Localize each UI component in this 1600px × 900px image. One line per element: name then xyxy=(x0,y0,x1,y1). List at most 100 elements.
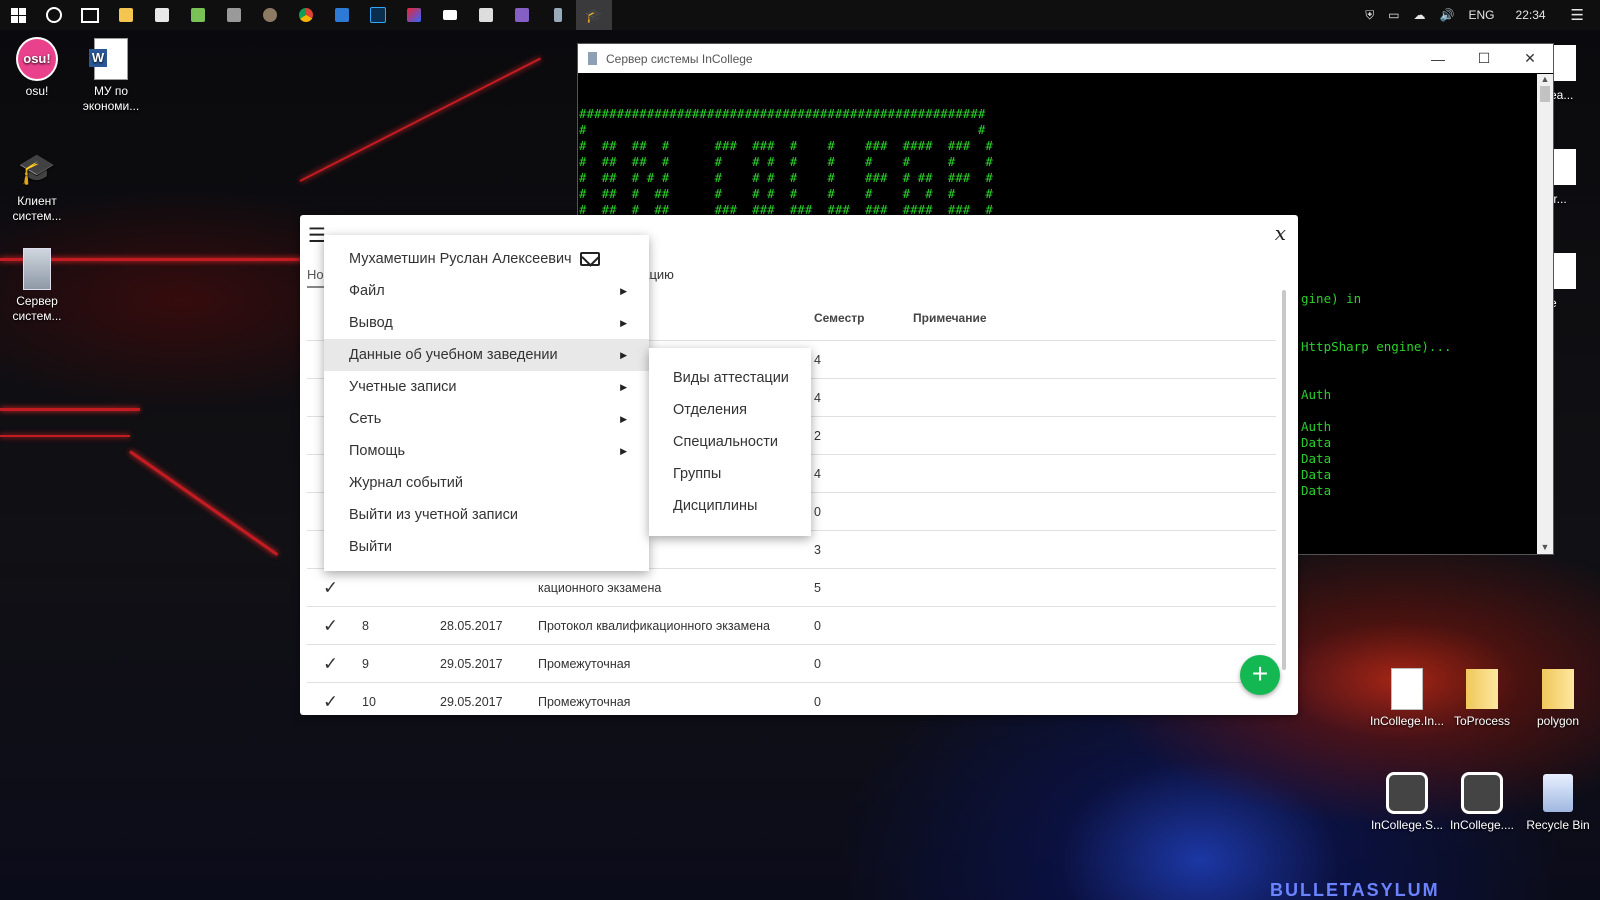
console-line: Data xyxy=(1301,451,1332,466)
desktop-icon-polygon[interactable]: polygon xyxy=(1521,668,1595,729)
menu-item[interactable]: Вывод ▶ xyxy=(324,307,649,339)
language-indicator[interactable]: ENG xyxy=(1469,8,1495,22)
visual-studio-button[interactable] xyxy=(504,0,540,30)
menu-item-label: Сеть xyxy=(349,411,382,427)
start-button[interactable] xyxy=(0,0,36,30)
menu-item-label: Выйти xyxy=(349,539,392,555)
menu-item[interactable]: Выйти xyxy=(324,531,649,563)
photos-icon xyxy=(479,8,493,22)
file-explorer-icon xyxy=(119,8,133,22)
cell-semester: 3 xyxy=(814,542,821,557)
add-button[interactable]: + xyxy=(1240,655,1280,695)
incollege-client-button[interactable]: 🎓 xyxy=(576,0,612,30)
table-row[interactable]: ✓ кационного экзамена 5 xyxy=(307,569,1276,607)
notifications-icon[interactable]: ☰ xyxy=(1571,6,1584,24)
desktop-icon-incollege-s[interactable]: InCollege.S... xyxy=(1370,772,1444,833)
close-icon[interactable]: x xyxy=(1275,221,1286,245)
graphics-app-icon xyxy=(407,8,421,22)
graphics-app-button[interactable] xyxy=(396,0,432,30)
taskbar: 🎓 ⛨ ▭ ☁ 🔊 ENG 22:34 ☰ xyxy=(0,0,1600,30)
check-icon[interactable]: ✓ xyxy=(323,577,338,598)
database-icon xyxy=(227,8,241,22)
scroll-down-icon[interactable]: ▼ xyxy=(1537,542,1553,552)
desktop-icon-client[interactable]: 🎓 Клиент систем... xyxy=(0,148,74,224)
desktop-icon-recycle-bin[interactable]: Recycle Bin xyxy=(1521,772,1595,833)
gimp-button[interactable] xyxy=(252,0,288,30)
windows-app-button[interactable] xyxy=(324,0,360,30)
network-icon[interactable]: ▭ xyxy=(1388,8,1399,22)
desktop-icon-toprocess[interactable]: ToProcess xyxy=(1445,668,1519,729)
check-icon[interactable]: ✓ xyxy=(323,691,338,712)
console-line: Auth xyxy=(1301,387,1332,402)
table-row[interactable]: ✓ 8 28.05.2017 Протокол квалификационного э… xyxy=(307,607,1276,645)
database-button[interactable] xyxy=(216,0,252,30)
submenu-arrow-icon: ▶ xyxy=(620,350,627,360)
cortana-button[interactable] xyxy=(36,0,72,30)
table-row[interactable]: ✓ 9 29.05.2017 Промежуточная 0 xyxy=(307,645,1276,683)
volume-icon[interactable]: 🔊 xyxy=(1440,8,1455,22)
submenu-item[interactable]: Специальности xyxy=(649,426,811,458)
menu-item-label: Журнал событий xyxy=(349,475,463,491)
check-icon[interactable]: ✓ xyxy=(323,653,338,674)
android-studio-button[interactable] xyxy=(180,0,216,30)
tab-bar: Но рацию xyxy=(307,267,674,288)
mail-icon[interactable] xyxy=(579,252,600,266)
task-view-button[interactable] xyxy=(72,0,108,30)
menu-item[interactable]: Выйти из учетной записи xyxy=(324,499,649,531)
console-scrollbar[interactable]: ▲ ▼ xyxy=(1537,74,1553,554)
menu-item[interactable]: Данные об учебном заведении ▶ xyxy=(324,339,649,371)
menu-item[interactable]: Сеть ▶ xyxy=(324,403,649,435)
table-row[interactable]: ✓ 10 29.05.2017 Промежуточная 0 xyxy=(307,683,1276,715)
desktop-icon-label: polygon xyxy=(1536,714,1580,728)
scroll-up-icon[interactable]: ▲ xyxy=(1537,74,1553,84)
phone-app-button[interactable] xyxy=(540,0,576,30)
chrome-button[interactable] xyxy=(288,0,324,30)
file-icon xyxy=(1386,668,1428,710)
console-line: gine) in xyxy=(1301,291,1362,306)
minimize-button[interactable]: — xyxy=(1415,51,1461,67)
desktop-icon-incollege-in[interactable]: InCollege.In... xyxy=(1370,668,1444,729)
maximize-button[interactable]: ☐ xyxy=(1461,50,1507,67)
main-menu: Мухаметшин Руслан Алексеевич Файл ▶ Вывод ▶… xyxy=(324,235,649,571)
photos-button[interactable] xyxy=(468,0,504,30)
wallpaper-logo: BULLETASYLUM xyxy=(1270,880,1440,900)
osu-icon: osu! xyxy=(16,37,58,81)
file-explorer-button[interactable] xyxy=(108,0,144,30)
column-header-semester[interactable]: Семестр xyxy=(814,311,864,325)
gimp-icon xyxy=(263,8,277,22)
submenu-item[interactable]: Виды аттестации xyxy=(649,362,811,394)
grid-scrollbar[interactable] xyxy=(1282,290,1286,670)
security-icon[interactable]: ⛨ xyxy=(1365,8,1374,23)
cell-number: 8 xyxy=(362,618,369,633)
submenu-item[interactable]: Группы xyxy=(649,458,811,490)
tab-left[interactable]: Но xyxy=(307,267,324,288)
mail-icon xyxy=(443,10,457,20)
clock[interactable]: 22:34 xyxy=(1516,8,1546,22)
desktop-icon-osu[interactable]: osu! osu! xyxy=(0,37,74,99)
desktop-icon-word-doc[interactable]: W МУ по экономи... xyxy=(74,38,148,114)
desktop-icon-server[interactable]: Сервер систем... xyxy=(0,248,74,324)
menu-item[interactable]: Журнал событий xyxy=(324,467,649,499)
desktop-icon-label: МУ по экономи... xyxy=(82,84,140,113)
menu-item[interactable]: Учетные записи ▶ xyxy=(324,371,649,403)
mail-button[interactable] xyxy=(432,0,468,30)
system-tray: ⛨ ▭ ☁ 🔊 ENG 22:34 ☰ xyxy=(1358,0,1600,30)
console-title-bar[interactable]: Сервер системы InCollege — ☐ ✕ xyxy=(578,44,1553,73)
photoshop-button[interactable] xyxy=(360,0,396,30)
menu-user[interactable]: Мухаметшин Руслан Алексеевич xyxy=(324,243,649,275)
menu-item[interactable]: Файл ▶ xyxy=(324,275,649,307)
cloud-icon[interactable]: ☁ xyxy=(1414,8,1426,22)
menu-item-label: Помощь xyxy=(349,443,406,459)
submenu-item[interactable]: Дисциплины xyxy=(649,490,811,522)
menu-item[interactable]: Помощь ▶ xyxy=(324,435,649,467)
desktop-icon-label: InCollege.In... xyxy=(1370,714,1445,728)
column-header-note[interactable]: Примечание xyxy=(913,311,987,325)
store-button[interactable] xyxy=(144,0,180,30)
close-button[interactable]: ✕ xyxy=(1507,50,1553,67)
submenu-item[interactable]: Отделения xyxy=(649,394,811,426)
scroll-thumb[interactable] xyxy=(1540,86,1550,102)
check-icon[interactable]: ✓ xyxy=(323,615,338,636)
desktop-icon-incollege[interactable]: InCollege.... xyxy=(1445,772,1519,833)
